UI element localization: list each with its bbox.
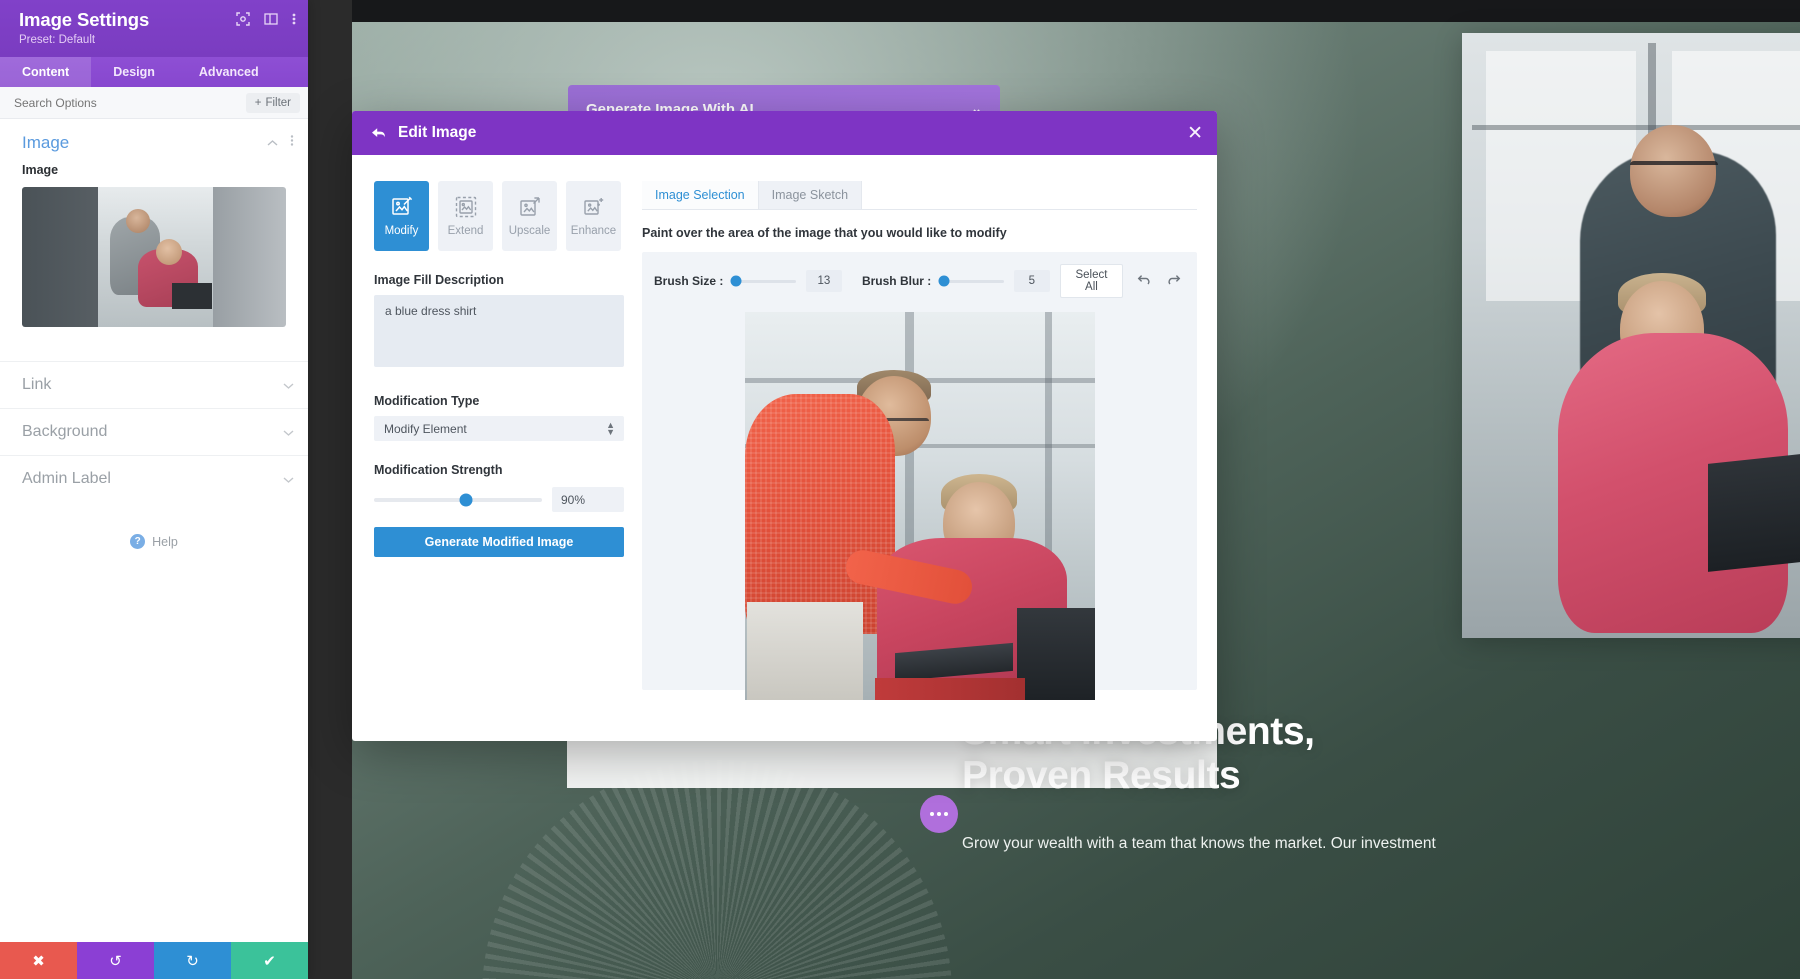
slider-knob[interactable]	[459, 493, 473, 506]
tab-image-sketch[interactable]: Image Sketch	[758, 181, 863, 209]
chevron-down-icon	[283, 425, 294, 440]
accordion-link[interactable]: Link	[0, 361, 308, 408]
redo-button[interactable]: ↻	[154, 942, 231, 979]
accordion-background[interactable]: Background	[0, 408, 308, 455]
search-options-row: + Filter	[0, 87, 308, 119]
modal-left-column: Modify Extend Upscale Enhance Image Fill…	[374, 181, 624, 741]
tool-upscale[interactable]: Upscale	[502, 181, 557, 251]
modal-tabs: Image Selection Image Sketch	[642, 181, 1197, 210]
modification-strength-slider[interactable]	[374, 493, 542, 506]
brush-blur-label: Brush Blur :	[861, 274, 932, 288]
modal-title: Edit Image	[398, 124, 477, 141]
extend-image-icon	[455, 196, 477, 218]
filter-label: Filter	[265, 96, 291, 109]
tool-extend[interactable]: Extend	[438, 181, 493, 251]
tool-enhance[interactable]: Enhance	[566, 181, 621, 251]
accordion-admin-label[interactable]: Admin Label	[0, 455, 308, 502]
accordion-link-label: Link	[22, 376, 52, 393]
image-fill-description-input[interactable]	[374, 295, 624, 367]
modal-header: Edit Image ✕	[352, 111, 1217, 155]
layout-columns-icon[interactable]	[264, 12, 278, 26]
search-input[interactable]	[14, 95, 238, 110]
brush-blur-slider[interactable]	[938, 275, 1004, 287]
brush-blur-value[interactable]	[1013, 270, 1050, 292]
generate-modified-image-button[interactable]: Generate Modified Image	[374, 527, 624, 557]
plus-icon: +	[254, 96, 262, 109]
focus-target-icon[interactable]	[236, 12, 250, 26]
enhance-image-icon	[583, 196, 605, 218]
tab-advanced[interactable]: Advanced	[177, 57, 281, 87]
image-thumbnail[interactable]	[22, 187, 286, 327]
redo-icon[interactable]	[1164, 272, 1185, 291]
more-options-icon[interactable]	[290, 134, 294, 152]
save-button[interactable]: ✔	[231, 942, 308, 979]
tool-buttons: Modify Extend Upscale Enhance	[374, 181, 624, 251]
chevron-down-icon	[283, 472, 294, 487]
brush-size-label: Brush Size :	[654, 274, 724, 288]
accordion-image-title: Image	[22, 133, 70, 152]
undo-button[interactable]: ↺	[77, 942, 154, 979]
tool-upscale-label: Upscale	[508, 224, 551, 237]
modification-strength-value[interactable]	[552, 487, 624, 512]
panel-header: Image Settings Preset: Default	[0, 0, 308, 57]
hero-photo	[1462, 33, 1800, 638]
tool-modify[interactable]: Modify	[374, 181, 429, 251]
image-editing-canvas[interactable]	[744, 312, 1095, 700]
more-options-icon[interactable]	[292, 12, 296, 26]
chevron-up-icon[interactable]	[267, 134, 278, 152]
undo-icon[interactable]	[1133, 272, 1154, 291]
help-link[interactable]: ? Help	[0, 534, 308, 549]
filter-button[interactable]: + Filter	[245, 92, 300, 113]
modify-image-icon	[391, 196, 413, 218]
hero-subtext: Grow your wealth with a team that knows …	[962, 835, 1436, 852]
image-settings-panel: Image Settings Preset: Default Content D…	[0, 0, 308, 979]
edit-image-modal: Edit Image ✕ Modify Extend Upscale Enhan…	[352, 111, 1217, 741]
browser-top-bar	[352, 0, 1800, 22]
paint-instruction: Paint over the area of the image that yo…	[642, 226, 1007, 240]
slider-knob[interactable]	[938, 275, 950, 287]
panel-body: Image Image Link Background Admin Label …	[0, 119, 308, 942]
help-icon: ?	[130, 534, 146, 549]
tab-content[interactable]: Content	[0, 57, 92, 87]
back-arrow-icon[interactable]	[371, 127, 387, 140]
accordion-background-label: Background	[22, 423, 108, 440]
help-label: Help	[152, 534, 178, 549]
close-icon[interactable]: ✕	[1187, 124, 1203, 143]
brush-size-value[interactable]	[805, 270, 842, 292]
panel-preset[interactable]: Preset: Default	[19, 34, 294, 46]
hero-dots-badge[interactable]	[920, 795, 958, 833]
modification-type-select[interactable]: Modify Element	[374, 416, 624, 441]
accordion-admin-label-label: Admin Label	[22, 470, 111, 487]
panel-tabs: Content Design Advanced	[0, 57, 308, 87]
image-field-label: Image	[22, 163, 59, 177]
decorative-radial-pattern	[482, 760, 952, 979]
chevron-down-icon	[283, 378, 294, 393]
tool-modify-label: Modify	[384, 224, 419, 237]
panel-footer: ✖ ↺ ↻ ✔	[0, 942, 308, 979]
tab-image-selection[interactable]: Image Selection	[642, 181, 759, 209]
tool-enhance-label: Enhance	[570, 224, 617, 237]
slider-knob[interactable]	[730, 275, 742, 287]
canvas-card: Brush Size : Brush Blur : Select All	[642, 252, 1197, 700]
tab-design[interactable]: Design	[91, 57, 177, 87]
cancel-button[interactable]: ✖	[0, 942, 77, 979]
brush-toolbar: Brush Size : Brush Blur : Select All	[654, 264, 1185, 298]
brush-size-slider[interactable]	[730, 275, 796, 287]
modification-type-label: Modification Type	[374, 394, 480, 408]
select-all-button[interactable]: Select All	[1059, 264, 1123, 298]
tool-extend-label: Extend	[447, 224, 484, 237]
screen-root: Smart Investments, Proven Results Grow y…	[0, 0, 1800, 979]
modal-right-column: Image Selection Image Sketch Paint over …	[642, 181, 1197, 741]
accordion-image-header[interactable]: Image	[0, 119, 308, 163]
modification-strength-label: Modification Strength	[374, 463, 503, 477]
upscale-image-icon	[519, 196, 541, 218]
image-fill-description-label: Image Fill Description	[374, 273, 504, 287]
